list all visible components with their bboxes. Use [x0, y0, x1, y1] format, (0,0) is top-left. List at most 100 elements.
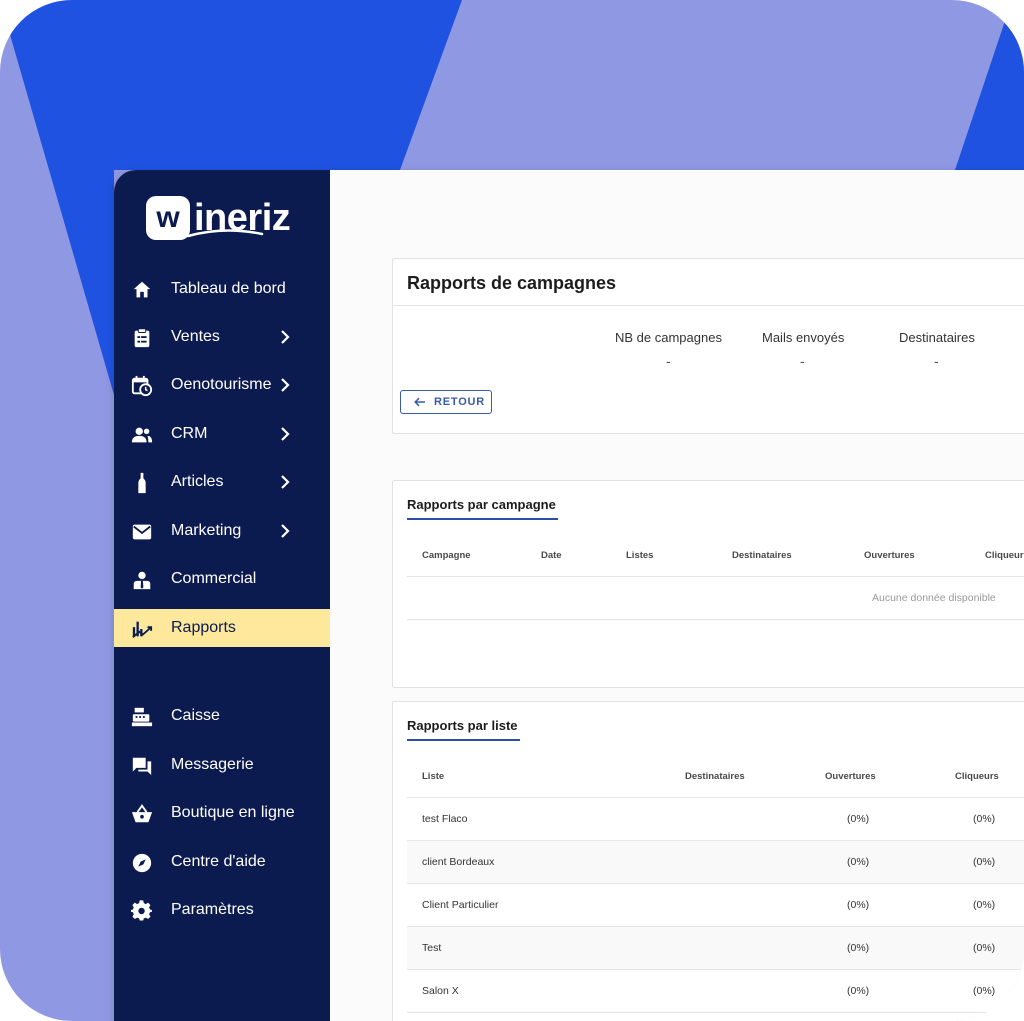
sidebar-item-centre-aide[interactable]: Centre d'aide: [114, 843, 330, 881]
sidebar-item-label: Boutique en ligne: [171, 804, 295, 821]
main-content: Rapports de campagnes NB de campagnes - …: [330, 170, 1024, 1021]
table-row[interactable]: client Bordeaux (0%) (0%): [407, 841, 1024, 883]
mail-icon: [132, 524, 152, 540]
column-header[interactable]: Destinataires: [732, 550, 792, 561]
sidebar-item-label: Caisse: [171, 707, 220, 724]
sidebar-item-label: Tableau de bord: [171, 280, 286, 297]
people-icon: [131, 427, 153, 443]
sidebar-item-label: Marketing: [171, 522, 242, 539]
empty-state: Aucune donnée disponible: [872, 592, 996, 604]
sidebar: w ineriz Tableau de bord Ventes Oenotour…: [114, 170, 330, 1021]
column-header[interactable]: Listes: [626, 550, 653, 561]
clicks-value: (0%): [973, 942, 996, 954]
column-header[interactable]: Campagne: [422, 550, 471, 561]
chat-icon: [132, 757, 152, 776]
chevron-right-icon: [281, 427, 290, 441]
sidebar-item-label: Oenotourisme: [171, 376, 272, 393]
sidebar-item-oenotourisme[interactable]: Oenotourisme: [114, 366, 330, 404]
list-name: test Flaco: [422, 813, 468, 825]
column-header[interactable]: Cliqueurs: [985, 550, 1024, 561]
chart-icon: [132, 621, 153, 638]
clicks-value: (0%): [973, 985, 996, 997]
chevron-right-icon: [281, 330, 290, 344]
row-divider: [407, 797, 1024, 798]
list-name: client Bordeaux: [422, 856, 495, 868]
stat-value: -: [934, 353, 939, 369]
chevron-right-icon: [281, 475, 290, 489]
list-name: Client Particulier: [422, 899, 499, 911]
app-window: w ineriz Tableau de bord Ventes Oenotour…: [114, 170, 1024, 1021]
opens-value: (0%): [847, 942, 870, 954]
row-divider: [407, 576, 1024, 577]
reports-by-campaign-card: Rapports par campagne Campagne Date List…: [392, 480, 1024, 688]
logo-swoosh: [186, 229, 264, 238]
opens-value: (0%): [847, 899, 870, 911]
sidebar-item-label: Ventes: [171, 328, 220, 345]
sidebar-item-label: Commercial: [171, 570, 257, 587]
sidebar-item-label: Messagerie: [171, 756, 254, 773]
stat-label: Mails envoyés: [762, 330, 845, 345]
bottle-icon: [138, 472, 146, 494]
chevron-right-icon: [281, 524, 290, 538]
column-header[interactable]: Cliqueurs: [955, 771, 999, 782]
row-divider: [407, 969, 1024, 970]
sidebar-item-parametres[interactable]: Paramètres: [114, 891, 330, 929]
stat-value: -: [800, 353, 805, 369]
clipboard-icon: [134, 328, 150, 348]
sidebar-item-articles[interactable]: Articles: [114, 463, 330, 501]
arrow-left-icon: [414, 397, 425, 407]
opens-value: (0%): [847, 856, 870, 868]
column-header[interactable]: Ouvertures: [825, 771, 876, 782]
calendar-clock-icon: [131, 375, 153, 397]
sidebar-item-label: Articles: [171, 473, 224, 490]
chevron-right-icon: [281, 378, 290, 392]
tab-reports-by-campaign[interactable]: Rapports par campagne: [407, 497, 556, 512]
sidebar-item-marketing[interactable]: Marketing: [114, 512, 330, 550]
opens-value: (0%): [847, 985, 870, 997]
home-icon: [133, 281, 151, 298]
list-name: Salon X: [422, 985, 459, 997]
sidebar-item-label: Paramètres: [171, 901, 254, 918]
sidebar-item-label: CRM: [171, 425, 208, 442]
sidebar-item-label: Rapports: [171, 619, 236, 636]
sidebar-item-messagerie[interactable]: Messagerie: [114, 746, 330, 784]
sidebar-item-caisse[interactable]: Caisse: [114, 697, 330, 735]
clicks-value: (0%): [973, 899, 996, 911]
sidebar-item-tableau-de-bord[interactable]: Tableau de bord: [114, 270, 330, 308]
row-divider: [407, 883, 1024, 884]
stat-value: -: [666, 353, 671, 369]
compass-icon: [132, 853, 152, 873]
list-name: Test: [422, 942, 442, 954]
stat-label: NB de campagnes: [615, 330, 722, 345]
tab-underline: [407, 739, 520, 741]
clicks-value: (0%): [973, 813, 996, 825]
reports-by-list-card: Rapports par liste Liste Destinataires O…: [392, 701, 1024, 1021]
background-frame: w ineriz Tableau de bord Ventes Oenotour…: [0, 0, 1024, 1021]
stat-label: Destinataires: [899, 330, 975, 345]
column-header[interactable]: Date: [541, 550, 562, 561]
column-header[interactable]: Destinataires: [685, 771, 745, 782]
tab-reports-by-list[interactable]: Rapports par liste: [407, 718, 518, 733]
sidebar-item-ventes[interactable]: Ventes: [114, 318, 330, 356]
clicks-value: (0%): [973, 856, 996, 868]
divider: [393, 305, 1024, 306]
opens-value: (0%): [847, 813, 870, 825]
table-row[interactable]: Test (0%) (0%): [407, 927, 1024, 969]
column-header[interactable]: Liste: [422, 771, 444, 782]
sidebar-item-commercial[interactable]: Commercial: [114, 560, 330, 598]
column-header[interactable]: Ouvertures: [864, 550, 915, 561]
tab-underline: [407, 518, 558, 520]
campaign-report-card: Rapports de campagnes NB de campagnes - …: [392, 258, 1024, 434]
row-divider: [407, 619, 1024, 620]
sidebar-item-label: Centre d'aide: [171, 853, 266, 870]
basket-icon: [131, 804, 153, 823]
sidebar-item-crm[interactable]: CRM: [114, 415, 330, 453]
cash-register-icon: [131, 707, 153, 727]
salesperson-icon: [133, 571, 151, 590]
sidebar-item-rapports[interactable]: Rapports: [114, 609, 330, 647]
back-button[interactable]: RETOUR: [400, 390, 492, 414]
gear-icon: [131, 900, 152, 921]
page-title: Rapports de campagnes: [407, 273, 617, 293]
sidebar-item-boutique[interactable]: Boutique en ligne: [114, 794, 330, 832]
row-divider: [407, 1012, 1024, 1013]
